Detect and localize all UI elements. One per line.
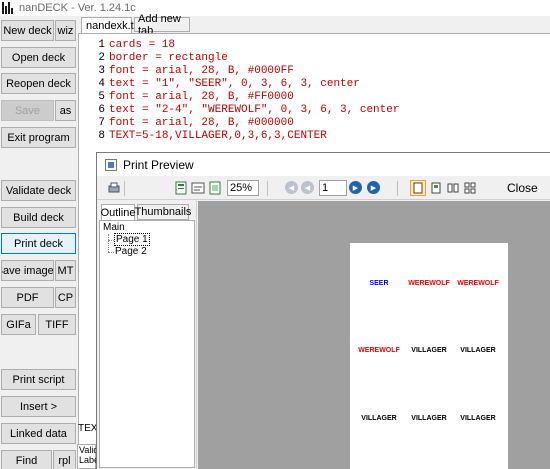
- next-page-icon[interactable]: ▶: [349, 181, 362, 194]
- card-label: WEREWOLF: [408, 280, 450, 287]
- save-images-button[interactable]: Save images: [1, 260, 54, 281]
- editor-tab-strip: nandexk.txt Add new tab: [78, 13, 550, 37]
- tree-root-main[interactable]: Main: [103, 222, 125, 233]
- left-button-panel: New deck wiz Open deck Reopen deck Save …: [0, 16, 77, 469]
- print-deck-button[interactable]: Print deck: [1, 233, 76, 254]
- multi-page-icon[interactable]: [462, 180, 478, 196]
- mt-button[interactable]: MT: [55, 260, 76, 281]
- tree-page-1[interactable]: Page 1: [114, 233, 150, 246]
- pdf-button[interactable]: PDF: [1, 287, 54, 308]
- preview-page: SEER WEREWOLF WEREWOLF WEREWOLF VILLAGER VILL…: [350, 243, 508, 469]
- two-page-icon[interactable]: [428, 180, 444, 196]
- line-number: 6: [98, 103, 105, 116]
- last-page-icon[interactable]: ▶: [367, 181, 380, 194]
- card-label: VILLAGER: [411, 347, 447, 354]
- code-line[interactable]: 1 cards = 18: [79, 38, 175, 51]
- preview-canvas[interactable]: SEER WEREWOLF WEREWOLF WEREWOLF VILLAGER VILL…: [198, 201, 550, 469]
- code-line[interactable]: 3 font = arial, 28, B, #0000FF: [79, 64, 294, 77]
- replace-button[interactable]: rpl: [53, 450, 76, 469]
- valid-hint-text: Valid: [79, 445, 99, 455]
- code-line[interactable]: 6 text = "2-4", "WEREWOLF", 0, 3, 6, 3, c…: [79, 103, 399, 116]
- code-line[interactable]: 5 font = arial, 28, B, #FF0000: [79, 90, 294, 103]
- tab-thumbnails[interactable]: Thumbnails: [135, 204, 191, 220]
- title-bar: nanDECK - Ver. 1.24.1c: [0, 0, 550, 16]
- code-token: TEXT=: [109, 129, 143, 142]
- code-token: font = arial, 28, B, #0000FF: [109, 64, 294, 77]
- linked-data-button[interactable]: Linked data: [1, 423, 76, 444]
- code-token: 5-18,VILLAGER,0,3,6,3,CENTER: [142, 129, 327, 142]
- zoom-field[interactable]: 25%: [227, 180, 259, 196]
- print-script-button[interactable]: Print script: [1, 369, 76, 390]
- outline-panel: Outline Thumbnails Main Page 1 Page 2: [97, 201, 197, 469]
- validate-deck-button[interactable]: Validate deck: [1, 180, 76, 201]
- card-label: VILLAGER: [460, 347, 496, 354]
- card-label: WEREWOLF: [358, 347, 400, 354]
- code-token: "1", "SEER", 0, 3, 6, 3, center: [155, 77, 360, 90]
- card-label: WEREWOLF: [457, 280, 499, 287]
- find-button[interactable]: Find: [1, 450, 52, 469]
- cp-button[interactable]: CP: [55, 287, 76, 308]
- build-deck-button[interactable]: Build deck: [1, 207, 76, 228]
- line-number: 4: [98, 77, 105, 90]
- close-button[interactable]: Close: [507, 181, 538, 195]
- print-preview-toolbar: 25% ◀ ◀ 1 ▶ ▶ Close: [97, 177, 550, 200]
- open-deck-button[interactable]: Open deck: [1, 47, 76, 68]
- prev-page-icon[interactable]: ◀: [301, 181, 314, 194]
- card-label: VILLAGER: [460, 415, 496, 422]
- code-token: font = arial, 28, B, #FF0000: [109, 90, 294, 103]
- line-number: 5: [98, 90, 105, 103]
- outline-tree: Main Page 1 Page 2: [99, 220, 195, 468]
- tiff-button[interactable]: TIFF: [38, 314, 76, 335]
- print-preview-window: Print Preview 25% ◀ ◀ 1 ▶ ▶ Close Outlin…: [96, 152, 550, 469]
- code-line[interactable]: 2 border = rectangle: [79, 51, 228, 64]
- code-line[interactable]: 4 text = "1", "SEER", 0, 3, 6, 3, center: [79, 77, 360, 90]
- gifa-button[interactable]: GIFa: [1, 314, 36, 335]
- print-preview-title-bar: Print Preview: [97, 153, 550, 176]
- print-preview-title: Print Preview: [123, 157, 194, 172]
- code-line[interactable]: 8 TEXT= 5-18,VILLAGER,0,3,6,3,CENTER: [79, 129, 327, 142]
- first-page-icon[interactable]: ◀: [285, 181, 298, 194]
- code-token: text =: [109, 103, 156, 116]
- save-button[interactable]: Save: [1, 100, 54, 121]
- book-icon[interactable]: [445, 180, 461, 196]
- line-number: 2: [98, 51, 105, 64]
- card-label: VILLAGER: [361, 415, 397, 422]
- window-title: nanDECK - Ver. 1.24.1c: [19, 2, 136, 14]
- page-number-field[interactable]: 1: [319, 180, 347, 196]
- line-number: 8: [98, 129, 105, 142]
- new-deck-button[interactable]: New deck: [1, 20, 54, 41]
- code-token: cards = 18: [109, 38, 176, 51]
- reopen-deck-button[interactable]: Reopen deck: [1, 73, 76, 94]
- app-icon: [2, 2, 14, 14]
- page-setup-icon[interactable]: [174, 181, 188, 195]
- add-new-tab-button[interactable]: Add new tab: [134, 13, 190, 37]
- exit-program-button[interactable]: Exit program: [1, 127, 76, 148]
- tab-outline[interactable]: Outline: [101, 204, 135, 221]
- tree-page-2[interactable]: Page 2: [115, 246, 147, 257]
- wizard-button[interactable]: wiz: [55, 20, 76, 41]
- print-preview-icon: [105, 158, 117, 171]
- insert-menu-button[interactable]: Insert >: [1, 396, 76, 417]
- line-number: 1: [98, 38, 105, 51]
- card-label: SEER: [369, 280, 389, 287]
- label-hint-text: Labe: [79, 455, 100, 465]
- code-token: text =: [109, 77, 156, 90]
- export-icon[interactable]: [191, 181, 205, 195]
- line-number: 7: [98, 116, 105, 129]
- nandeck-window: nanDECK - Ver. 1.24.1c New deck wiz Open…: [0, 0, 550, 469]
- code-token: font = arial, 28, B, #000000: [109, 116, 294, 129]
- line-number: 3: [98, 64, 105, 77]
- save-as-button[interactable]: as: [55, 100, 76, 121]
- code-token: "2-4", "WEREWOLF", 0, 3, 6, 3, center: [155, 103, 400, 116]
- code-line[interactable]: 7 font = arial, 28, B, #000000: [79, 116, 294, 129]
- hint-panel: Valid Labe: [77, 444, 100, 469]
- tab-nandexk[interactable]: nandexk.txt: [81, 17, 142, 33]
- code-token: border = rectangle: [109, 51, 228, 64]
- card-label: VILLAGER: [411, 415, 447, 422]
- copy-icon[interactable]: [208, 181, 222, 195]
- print-icon[interactable]: [107, 181, 121, 195]
- single-page-icon[interactable]: [410, 180, 426, 196]
